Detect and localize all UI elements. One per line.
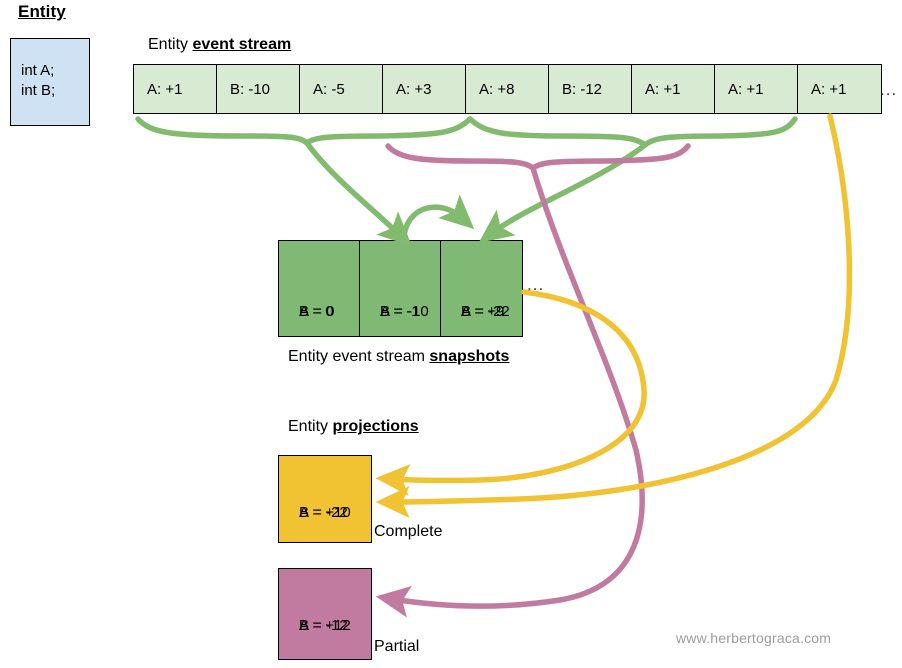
event-stream-title-emphasis: event stream [192,36,292,53]
event-cell: B: -12 [549,65,632,113]
snapshot-value-b: B = 0 [299,303,335,320]
snapshot-value-b: B = -10 [380,303,429,320]
pink-brace [385,143,691,171]
event-stream-ellipsis: ... [880,80,898,99]
event-stream-strip: A: +1 B: -10 A: -5 A: +3 A: +8 B: -12 A:… [133,64,882,114]
event-cell: A: +3 [383,65,466,113]
snapshots-title: Entity event stream snapshots [288,348,509,366]
entity-definition-box: int A; int B; [10,38,90,126]
event-stream-title-prefix: Entity [148,36,193,53]
green-brace [135,116,798,148]
entity-field-b: int B; [21,82,56,99]
projection-complete-value-b: B = -22 [299,504,348,521]
projections-title-emphasis: projections [332,418,419,435]
watermark: www.herbertograca.com [676,630,832,646]
projections-title: Entity projections [288,418,419,436]
projection-partial-box: A = +12 B = -12 [278,568,372,660]
green-arrow-to-snapshot-3 [478,142,648,243]
event-cell: B: -10 [217,65,300,113]
projection-complete-box: A = +10 B = -22 [278,455,372,543]
snapshots-ellipsis: ... [527,275,545,294]
event-stream-title: Entity event stream [148,36,291,54]
snapshots-title-prefix: Entity event stream [288,348,430,365]
snapshot-value-b: B = -22 [461,303,510,320]
snapshot-cell: A = 0 B = 0 [279,241,360,336]
projections-title-prefix: Entity [288,418,333,435]
projection-partial-caption: Partial [374,638,420,655]
projection-partial-value-b: B = -12 [299,617,348,634]
event-cell: A: +1 [632,65,715,113]
entity-field-a: int A; [21,62,55,79]
snapshots-strip: A = 0 B = 0 A = -1 B = -10 A = +9 B = -2… [278,240,523,337]
event-cell: A: +1 [798,65,881,113]
snapshot-cell: A = +9 B = -22 [441,241,522,336]
green-arrow-to-snapshot-2 [304,140,413,247]
page-title: Entity [18,2,66,21]
snapshot-cell: A = -1 B = -10 [360,241,441,336]
event-cell: A: +1 [715,65,798,113]
event-cell: A: +1 [134,65,217,113]
event-cell: A: -5 [300,65,383,113]
event-cell: A: +8 [466,65,549,113]
snapshots-title-emphasis: snapshots [429,348,510,365]
projection-complete-caption: Complete [374,523,443,540]
green-arrow-snapshot-chain [401,194,475,241]
entity-fields: int A; int B; [21,61,55,101]
